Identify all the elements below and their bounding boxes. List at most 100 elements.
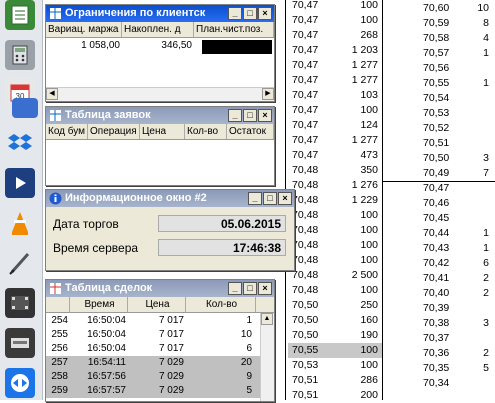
column-header[interactable]: Кол-во: [186, 297, 256, 312]
orders-window[interactable]: Таблица заявок _ □ × Код бум Операция Це…: [45, 106, 275, 186]
quote-row[interactable]: 70,35 5: [385, 361, 495, 376]
column-header[interactable]: Время: [70, 297, 128, 312]
column-header[interactable]: Накоплен. д: [122, 22, 194, 37]
column-header[interactable]: Цена: [140, 124, 185, 139]
client-limits-window[interactable]: Ограничения по клиентск _ □ × Вариац. ма…: [45, 4, 275, 102]
maximize-button[interactable]: □: [243, 282, 257, 295]
quote-row[interactable]: 70,47 1 277: [288, 133, 382, 148]
quote-row[interactable]: 70,47 100: [288, 103, 382, 118]
quote-row[interactable]: 70,56: [385, 61, 495, 76]
quote-row[interactable]: 70,53 100: [288, 358, 382, 373]
scanner-icon[interactable]: [5, 328, 35, 358]
quote-row[interactable]: 70,50 3: [385, 151, 495, 166]
close-button[interactable]: ×: [258, 7, 272, 20]
quote-row[interactable]: 70,38 3: [385, 316, 495, 331]
quote-row[interactable]: 70,48 100: [288, 238, 382, 253]
horizontal-scrollbar[interactable]: ◀ ▶: [46, 87, 274, 101]
scroll-up-icon[interactable]: ▲: [261, 313, 273, 325]
column-header[interactable]: Код бум: [46, 124, 88, 139]
quote-row[interactable]: 70,58 4: [385, 31, 495, 46]
quote-row[interactable]: 70,50 160: [288, 313, 382, 328]
deals-window[interactable]: Таблица сделок _ □ × Время Цена Кол-во 2…: [45, 279, 275, 402]
info-window[interactable]: Информационное окно #2 _ □ × Дата торгов…: [45, 189, 295, 271]
calculator-icon[interactable]: [5, 40, 35, 70]
quote-row[interactable]: 70,48 2 500: [288, 268, 382, 283]
quote-row[interactable]: 70,48 100: [288, 208, 382, 223]
quote-row[interactable]: 70,52: [385, 121, 495, 136]
teamviewer-icon[interactable]: [5, 368, 35, 398]
quote-row[interactable]: 70,41 2: [385, 271, 495, 286]
quote-row[interactable]: 70,47 1 203: [288, 43, 382, 58]
quote-row[interactable]: 70,45: [385, 211, 495, 226]
scroll-right-icon[interactable]: ▶: [262, 88, 274, 100]
pen-icon[interactable]: [5, 248, 35, 278]
quote-row[interactable]: 70,59 8: [385, 16, 495, 31]
quote-row[interactable]: 70,51 286: [288, 373, 382, 388]
dropbox-icon[interactable]: [5, 128, 35, 158]
quote-row[interactable]: 70,49 7: [385, 166, 495, 181]
table-row[interactable]: 254 16:50:04 7 017 1: [46, 314, 260, 328]
maximize-button[interactable]: □: [243, 7, 257, 20]
quote-row[interactable]: 70,50 190: [288, 328, 382, 343]
scroll-left-icon[interactable]: ◀: [46, 88, 58, 100]
table-row[interactable]: 257 16:54:11 7 029 20: [46, 356, 260, 370]
quote-row[interactable]: 70,48 100: [288, 283, 382, 298]
quote-row[interactable]: 70,40 2: [385, 286, 495, 301]
column-header[interactable]: Остаток: [227, 124, 274, 139]
quote-row[interactable]: 70,48 350: [288, 163, 382, 178]
quote-row[interactable]: 70,60 10: [385, 1, 495, 16]
quote-row[interactable]: 70,39: [385, 301, 495, 316]
media-player-icon[interactable]: [5, 168, 35, 198]
maximize-button[interactable]: □: [243, 109, 257, 122]
minimize-button[interactable]: _: [248, 192, 262, 205]
quote-row[interactable]: 70,43 1: [385, 241, 495, 256]
table-row[interactable]: 259 16:57:57 7 029 5: [46, 384, 260, 398]
table-row[interactable]: 256 16:50:04 7 017 6: [46, 342, 260, 356]
quote-row[interactable]: 70,55 1: [385, 76, 495, 91]
vlc-icon[interactable]: [5, 208, 35, 238]
quote-row[interactable]: 70,47 103: [288, 88, 382, 103]
quote-row[interactable]: 70,42 6: [385, 256, 495, 271]
quote-row[interactable]: 70,47: [385, 181, 495, 196]
column-header[interactable]: Кол-во: [185, 124, 227, 139]
column-header[interactable]: План.чист.поз.: [194, 22, 274, 37]
network-icon[interactable]: [12, 98, 38, 118]
quote-row[interactable]: 70,48 100: [288, 223, 382, 238]
quote-row[interactable]: 70,51: [385, 136, 495, 151]
window-title-bar[interactable]: Ограничения по клиентск _ □ ×: [46, 5, 274, 22]
quote-row[interactable]: 70,47 473: [288, 148, 382, 163]
table-row[interactable]: 258 16:57:56 7 029 9: [46, 370, 260, 384]
maximize-button[interactable]: □: [263, 192, 277, 205]
quote-row[interactable]: 70,48 100: [288, 253, 382, 268]
quote-row[interactable]: 70,51 200: [288, 388, 382, 403]
quote-row[interactable]: 70,44 1: [385, 226, 495, 241]
window-title-bar[interactable]: Таблица сделок _ □ ×: [46, 280, 274, 297]
quote-row[interactable]: 70,34: [385, 376, 495, 391]
column-header[interactable]: Операция: [88, 124, 140, 139]
quote-row[interactable]: 70,47 1 277: [288, 73, 382, 88]
spreadsheet-icon[interactable]: [5, 0, 35, 30]
quote-row[interactable]: 70,47 1 277: [288, 58, 382, 73]
column-header[interactable]: Цена: [128, 297, 186, 312]
quote-row[interactable]: 70,46: [385, 196, 495, 211]
film-icon[interactable]: [5, 288, 35, 318]
minimize-button[interactable]: _: [228, 7, 242, 20]
quote-row[interactable]: 70,37: [385, 331, 495, 346]
quote-row[interactable]: 70,47 100: [288, 13, 382, 28]
quote-row[interactable]: 70,47 124: [288, 118, 382, 133]
quote-row[interactable]: 70,53: [385, 106, 495, 121]
minimize-button[interactable]: _: [228, 109, 242, 122]
quote-row[interactable]: 70,47 100: [288, 0, 382, 13]
close-button[interactable]: ×: [258, 109, 272, 122]
minimize-button[interactable]: _: [228, 282, 242, 295]
window-title-bar[interactable]: Информационное окно #2 _ □ ×: [46, 190, 294, 207]
quote-row[interactable]: 70,48 1 276: [288, 178, 382, 193]
column-header[interactable]: Вариац. маржа: [46, 22, 122, 37]
quote-row[interactable]: 70,55 100: [288, 343, 382, 358]
quote-row[interactable]: 70,36 2: [385, 346, 495, 361]
table-row[interactable]: 255 16:50:04 7 017 10: [46, 328, 260, 342]
close-button[interactable]: ×: [278, 192, 292, 205]
quote-row[interactable]: 70,48 1 229: [288, 193, 382, 208]
window-title-bar[interactable]: Таблица заявок _ □ ×: [46, 107, 274, 124]
quote-row[interactable]: 70,57 1: [385, 46, 495, 61]
